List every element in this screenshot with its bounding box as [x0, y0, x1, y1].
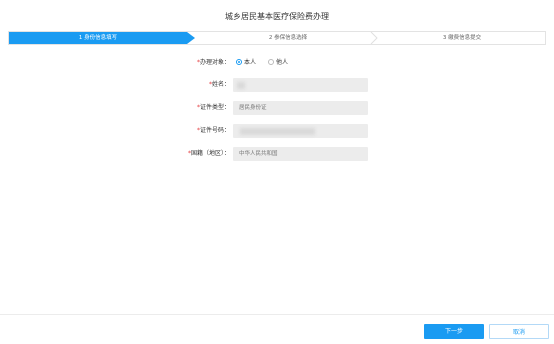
step-3: 3 缴费信息提交: [442, 35, 482, 41]
page-title: 城乡居民基本医疗保险费办理: [225, 12, 329, 21]
id-number-label: *证件号码：: [196, 127, 230, 134]
name-field[interactable]: [233, 78, 368, 92]
footer-divider: [0, 314, 554, 315]
name-row: *姓名：: [0, 78, 554, 92]
step-progress-bar: 1 身份信息填写 2 参保信息选择 3 缴费信息提交: [8, 31, 546, 45]
next-step-button[interactable]: 下一步: [424, 324, 484, 339]
nationality-label: *国籍（地区）：: [187, 150, 230, 157]
id-type-row: *证件类型： 居民身份证: [0, 101, 554, 115]
id-number-row: *证件号码：: [0, 124, 554, 138]
step-1-arrow: [187, 32, 195, 44]
handler-label: *办理对象：: [196, 59, 230, 66]
id-type-field[interactable]: 居民身份证: [233, 101, 368, 115]
cancel-button[interactable]: 取消: [489, 324, 549, 339]
step-1: 1 身份信息填写: [9, 32, 187, 44]
id-type-label: *证件类型：: [196, 104, 230, 111]
nationality-field[interactable]: 中华人民共和国: [233, 147, 368, 161]
name-redacted-blur: [237, 82, 245, 89]
step-2: 2 参保信息选择: [268, 35, 308, 41]
radio-option-self[interactable]: 本人: [236, 56, 256, 70]
name-label: *姓名：: [208, 81, 230, 88]
radio-option-other[interactable]: 他人: [267, 56, 288, 70]
radio-unchecked-icon[interactable]: [267, 58, 274, 65]
id-number-redacted-blur: [240, 128, 315, 135]
nationality-row: *国籍（地区）： 中华人民共和国: [0, 147, 554, 161]
handler-row: *办理对象： 本人 他人: [0, 56, 554, 70]
radio-checked-icon[interactable]: [236, 58, 242, 65]
handler-radio-group: 本人 他人: [236, 56, 298, 70]
